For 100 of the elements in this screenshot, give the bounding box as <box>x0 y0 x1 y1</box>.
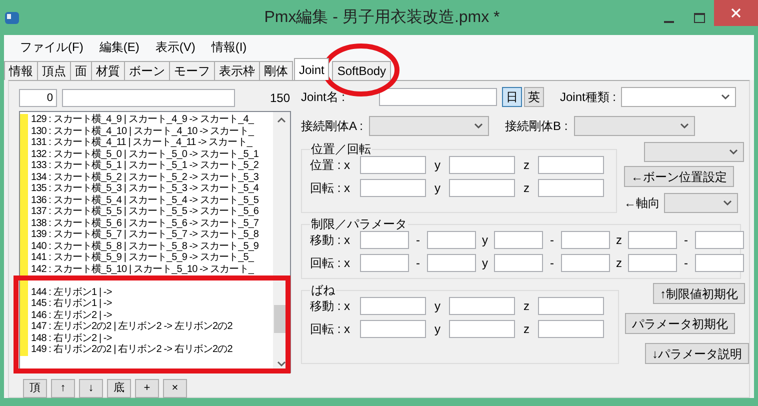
action-button[interactable]: パラメータ初期化 <box>625 313 735 334</box>
chevron-icon <box>723 200 732 206</box>
number-field[interactable] <box>449 320 515 338</box>
number-field[interactable] <box>360 297 426 315</box>
nav-button[interactable]: + <box>135 379 159 398</box>
field-label: y <box>434 180 442 197</box>
tab[interactable]: モーフ <box>169 61 215 80</box>
field-label: z <box>522 157 530 174</box>
number-field[interactable] <box>538 320 604 338</box>
number-field[interactable] <box>538 297 604 315</box>
name-field[interactable] <box>379 88 497 106</box>
tab[interactable]: 頂点 <box>37 61 71 80</box>
field-label: y <box>481 255 489 272</box>
window-title: Pmx編集 - 男子用衣装改造.pmx * <box>263 8 501 28</box>
tab[interactable]: ボーン <box>124 61 170 80</box>
list-item[interactable]: 139 : スカート横_5_7 | スカート_5_7 -> スカート_5_8 <box>31 229 259 240</box>
tab[interactable]: 表示枠 <box>214 61 260 80</box>
list-item[interactable]: 132 : スカート横_5_0 | スカート_5_0 -> スカート_5_1 <box>31 148 259 160</box>
number-field[interactable] <box>628 231 677 249</box>
field-label: z <box>522 180 530 197</box>
tab[interactable]: 剛体 <box>259 61 293 80</box>
field-label: y <box>434 298 442 315</box>
nav-button[interactable]: 頂 <box>23 379 47 398</box>
field-label: 回転 : x <box>310 180 352 197</box>
dropdown[interactable] <box>644 142 744 162</box>
tab[interactable]: 情報 <box>4 61 38 80</box>
nav-button[interactable]: × <box>163 379 187 398</box>
field-label: 接続剛体A : <box>301 118 364 135</box>
number-field[interactable] <box>360 320 426 338</box>
list-item[interactable]: 130 : スカート横_4_10 | スカート_4_10 -> スカート_ <box>31 126 254 137</box>
dropdown[interactable] <box>574 116 695 136</box>
action-button[interactable]: ↑制限値初期化 <box>653 283 745 304</box>
field-label: ←軸向 <box>624 195 660 212</box>
list-item[interactable]: 146 : 左リボン2 | -> <box>31 310 112 321</box>
list-item[interactable]: 134 : スカート横_5_2 | スカート_5_2 -> スカート_5_3 <box>31 172 259 183</box>
menu-item[interactable]: 表示(V) <box>147 35 204 60</box>
menu-item[interactable]: 編集(E) <box>91 35 148 60</box>
list-item[interactable]: 131 : スカート横_4_11 | スカート_4_11 -> スカート_ <box>31 137 252 148</box>
number-field[interactable] <box>494 254 543 272</box>
number-field[interactable] <box>360 179 426 197</box>
menu-item[interactable]: 情報(I) <box>203 35 255 60</box>
nav-button[interactable]: ↑ <box>51 379 75 398</box>
number-field[interactable] <box>427 231 476 249</box>
number-field[interactable] <box>695 231 744 249</box>
menu-item[interactable]: ファイル(F) <box>12 35 92 60</box>
number-field[interactable] <box>449 156 515 174</box>
list-item[interactable]: 142 : スカート横_5_10 | スカート_5_10 -> スカート_ <box>31 264 254 275</box>
tab[interactable]: 材質 <box>91 61 125 80</box>
tab[interactable]: 面 <box>70 61 92 80</box>
field-label: Joint種類 : <box>560 89 616 106</box>
number-field[interactable] <box>494 231 543 249</box>
list-item[interactable]: 148 : 右リボン2 | -> <box>31 332 112 344</box>
number-field[interactable] <box>449 297 515 315</box>
nav-button[interactable]: 底 <box>107 379 131 398</box>
dropdown[interactable] <box>369 116 490 136</box>
language-button[interactable]: 日 <box>502 87 522 107</box>
number-field[interactable] <box>360 231 409 249</box>
dropdown[interactable] <box>664 193 738 213</box>
field-label: y <box>434 157 442 174</box>
bone-position-button[interactable]: ←ボーン位置設定 <box>624 166 734 187</box>
field-label: z <box>522 298 530 315</box>
number-field[interactable] <box>449 179 515 197</box>
number-field[interactable] <box>360 156 426 174</box>
list-item[interactable]: 137 : スカート横_5_5 | スカート_5_5 -> スカート_5_6 <box>31 206 259 218</box>
number-field[interactable] <box>427 254 476 272</box>
chevron-icon <box>721 94 730 100</box>
group-title: 制限／パラメータ <box>310 217 408 231</box>
index-field[interactable]: 0 <box>19 89 57 107</box>
close-button[interactable] <box>714 0 758 26</box>
field-label: - <box>415 232 421 249</box>
list-item[interactable]: 135 : スカート横_5_3 | スカート_5_3 -> スカート_5_4 <box>31 183 259 194</box>
number-field[interactable] <box>561 254 610 272</box>
list-item[interactable]: 149 : 右リボン2の2 | 右リボン2 -> 右リボン2の2 <box>31 344 232 356</box>
chevron-icon <box>474 123 484 129</box>
list-item[interactable]: 144 : 左リボン1 | -> <box>31 286 112 298</box>
list-item[interactable]: 129 : スカート横_4_9 | スカート_4_9 -> スカート_4_ <box>31 114 254 126</box>
number-field[interactable] <box>695 254 744 272</box>
chevron-icon <box>680 123 689 129</box>
language-button[interactable]: 英 <box>524 87 544 107</box>
list-item[interactable]: 138 : スカート横_5_6 | スカート_5_6 -> スカート_5_7 <box>31 218 259 229</box>
number-field[interactable] <box>561 231 610 249</box>
number-field[interactable] <box>360 254 409 272</box>
dropdown[interactable] <box>621 87 736 107</box>
tab[interactable]: Joint <box>294 58 330 80</box>
nav-button[interactable]: ↓ <box>79 379 103 398</box>
action-button[interactable]: ↓パラメータ説明 <box>645 343 749 364</box>
filter-field[interactable] <box>62 89 235 107</box>
field-label: Joint名 : <box>301 89 346 106</box>
list-item[interactable]: 147 : 左リボン2の2 | 左リボン2 -> 左リボン2の2 <box>31 321 232 332</box>
list-item[interactable]: 133 : スカート横_5_1 | スカート_5_1 -> スカート_5_2 <box>31 160 259 172</box>
count-label: 150 <box>270 90 290 107</box>
number-field[interactable] <box>538 156 604 174</box>
list-item[interactable]: 140 : スカート横_5_8 | スカート_5_8 -> スカート_5_9 <box>31 240 259 252</box>
list-item[interactable]: 141 : スカート横_5_9 | スカート_5_9 -> スカート_5_ <box>31 252 254 264</box>
list-item[interactable]: 136 : スカート横_5_4 | スカート_5_4 -> スカート_5_5 <box>31 194 259 206</box>
number-field[interactable] <box>628 254 677 272</box>
tab[interactable]: SoftBody <box>332 61 392 80</box>
minimize-icon <box>664 21 674 24</box>
list-item[interactable]: 145 : 右リボン1 | -> <box>31 298 112 310</box>
number-field[interactable] <box>538 179 604 197</box>
